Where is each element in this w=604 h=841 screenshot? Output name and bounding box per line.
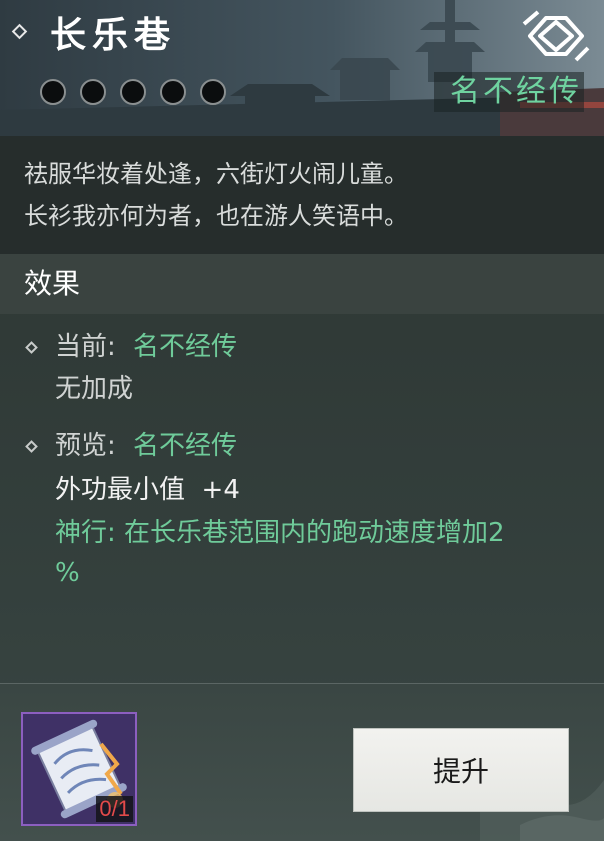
level-dot [120,79,146,105]
panel: 长乐巷 名不经传 祛服华妆着处逢，六街灯火闹儿童。 长衫我亦何为者，也在游人笑语… [0,0,604,841]
diamond-bullet-icon [25,440,38,453]
level-dots [40,79,226,105]
current-rank: 名不经传 [133,332,238,362]
scroll-item-slot[interactable]: 0/1 [21,712,137,826]
preview-skill-line-2: % [55,558,80,588]
poem-line-1: 祛服华妆着处逢，六街灯火闹儿童。 [24,160,408,188]
current-detail: 无加成 [55,374,134,404]
poem-section: 祛服华妆着处逢，六街灯火闹儿童。 长衫我亦何为者，也在游人笑语中。 [0,136,604,254]
header-banner: 长乐巷 名不经传 [0,0,604,136]
level-dot [160,79,186,105]
upgrade-button[interactable]: 提升 [353,728,569,812]
preview-stat: 外功最小值 +4 [55,475,240,505]
preview-label: 预览: [55,431,116,461]
preview-skill-line-1: 神行: 在长乐巷范围内的跑动速度增加2 [55,518,505,548]
knot-emblem-icon [522,10,590,62]
location-title: 长乐巷 [50,15,177,56]
effect-title: 效果 [24,267,81,300]
item-count: 0/1 [96,796,133,822]
effect-section-header: 效果 [0,254,604,314]
diamond-bullet-icon [25,341,38,354]
level-dot [80,79,106,105]
current-label: 当前: [55,332,116,362]
poem-line-2: 长衫我亦何为者，也在游人笑语中。 [24,202,408,230]
level-dot [40,79,66,105]
preview-rank: 名不经传 [133,431,238,461]
level-dot [200,79,226,105]
rank-label: 名不经传 [450,74,582,109]
